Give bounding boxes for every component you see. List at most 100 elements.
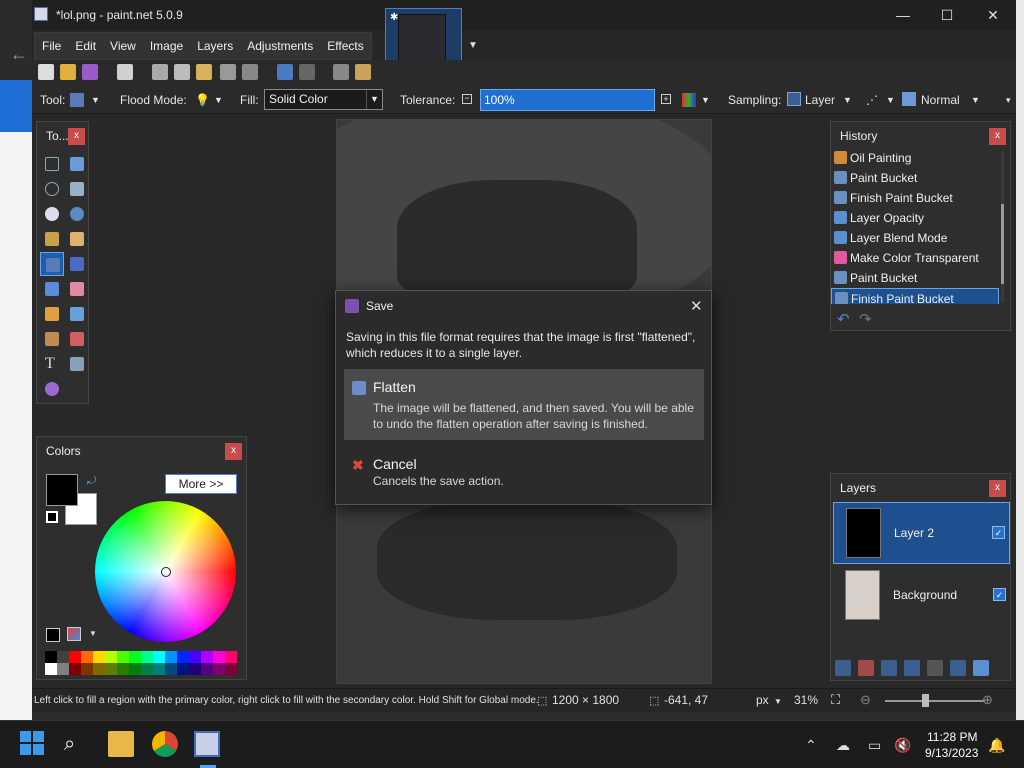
sampling-value[interactable]: Layer [805,93,835,107]
primary-color-swatch[interactable] [46,474,78,506]
history-item[interactable]: Paint Bucket [831,268,999,288]
chrome-icon[interactable] [152,731,178,757]
image-list-dropdown-icon[interactable]: ▼ [468,40,478,51]
layer-visibility-checkbox[interactable]: ✓ [993,588,1006,601]
maximize-button[interactable]: ☐ [937,6,957,24]
minimize-button[interactable]: — [893,6,913,24]
rectangle-select-tool[interactable] [40,152,64,176]
move-layer-up-icon[interactable] [927,660,943,676]
palette-swatch[interactable] [117,651,129,663]
palette-swatch[interactable] [165,651,177,663]
move-selection-tool[interactable] [65,177,89,201]
tool-dropdown-icon[interactable]: ▼ [91,95,100,105]
antialiasing-icon[interactable] [682,93,696,107]
undo-icon[interactable] [277,64,293,80]
clone-stamp-tool[interactable] [40,327,64,351]
line-curve-tool[interactable] [65,352,89,376]
palette-swatch[interactable] [105,651,117,663]
palette-swatch[interactable] [117,663,129,675]
palette-swatch[interactable] [153,663,165,675]
palette-swatch[interactable] [153,651,165,663]
palette-swatch[interactable] [177,663,189,675]
menu-adjustments[interactable]: Adjustments [240,33,320,59]
save-icon[interactable] [82,64,98,80]
selection-mode-icon[interactable]: ⋰ [866,93,878,107]
palette-swatch[interactable] [165,663,177,675]
display-icon[interactable]: ▭ [868,737,881,754]
paintbrush-tool[interactable] [40,277,64,301]
palette-swatch[interactable] [201,651,213,663]
history-item[interactable]: Oil Painting [831,148,999,168]
ruler-icon[interactable] [355,64,371,80]
eraser-tool[interactable] [65,277,89,301]
recolor-tool[interactable] [65,327,89,351]
cut-icon[interactable] [152,64,168,80]
palette-swatch[interactable] [105,663,117,675]
flatten-button[interactable]: Flatten The image will be flattened, and… [344,369,704,440]
layer-row[interactable]: Layer 2 ✓ [833,502,1010,564]
cancel-button[interactable]: ✖ Cancel Cancels the save action. [344,446,704,494]
menu-effects[interactable]: Effects [320,33,370,59]
delete-layer-icon[interactable] [858,660,874,676]
history-item[interactable]: Paint Bucket [831,168,999,188]
close-icon[interactable]: x [989,480,1006,497]
palette-swatch[interactable] [213,663,225,675]
palette-swatch[interactable] [213,651,225,663]
deselect-icon[interactable] [242,64,258,80]
lasso-select-tool[interactable] [40,177,64,201]
merge-layer-down-icon[interactable] [904,660,920,676]
search-icon[interactable]: ⌕ [64,731,90,757]
tolerance-decrease-button[interactable]: − [462,94,472,104]
layer-properties-icon[interactable] [973,660,989,676]
palette-swatch[interactable] [69,651,81,663]
color-wheel-cursor[interactable] [161,567,171,577]
sampling-dropdown-icon[interactable]: ▼ [843,95,852,105]
palette-swatch[interactable] [93,663,105,675]
palette-swatch[interactable] [225,651,237,663]
palette-swatch[interactable] [45,651,57,663]
blend-mode-dropdown-icon[interactable]: ▼ [971,95,980,105]
menu-file[interactable]: File [35,33,68,59]
duplicate-layer-icon[interactable] [881,660,897,676]
history-scrollbar[interactable] [1001,152,1004,302]
blend-mode-value[interactable]: Normal [921,93,960,107]
paint-bucket-tool[interactable] [40,252,64,276]
palette-swatch[interactable] [141,651,153,663]
add-palette-color-icon[interactable] [46,628,60,642]
taskbar-date[interactable]: 9/13/2023 [925,746,978,760]
history-scrollbar-thumb[interactable] [1001,204,1004,284]
flood-mode-dropdown-icon[interactable]: ▼ [214,95,223,105]
tray-overflow-icon[interactable]: ⌃ [805,737,817,754]
close-icon[interactable]: x [225,443,242,460]
units-dropdown-icon[interactable]: ▼ [774,697,782,706]
palette-swatch[interactable] [45,663,57,675]
palette-swatch[interactable] [189,651,201,663]
grid-icon[interactable] [333,64,349,80]
palette-swatch[interactable] [129,651,141,663]
tolerance-increase-button[interactable]: + [661,94,671,104]
taskbar-time[interactable]: 11:28 PM [927,730,977,744]
paintnet-taskbar-icon[interactable] [194,731,220,757]
palette-swatch[interactable] [129,663,141,675]
paste-icon[interactable] [196,64,212,80]
more-colors-button[interactable]: More >> [165,474,237,494]
palette-swatch[interactable] [177,651,189,663]
palette-dropdown-icon[interactable]: ▼ [89,629,97,638]
menu-edit[interactable]: Edit [68,33,103,59]
shapes-tool[interactable] [40,377,64,401]
palette-swatch[interactable] [81,663,93,675]
zoom-fit-icon[interactable]: ⛶ [831,692,840,708]
layer-row[interactable]: Background ✓ [833,565,1010,627]
zoom-level[interactable]: 31% [794,693,818,707]
palette-swatch[interactable] [57,663,69,675]
palette-swatch[interactable] [141,663,153,675]
tolerance-slider[interactable]: 100% [480,89,655,111]
zoom-in-icon[interactable]: ⊕ [982,692,993,708]
close-button[interactable]: ✕ [983,6,1003,24]
blend-mode-icon[interactable] [902,92,916,106]
palette-swatch[interactable] [201,663,213,675]
paint-bucket-icon[interactable] [70,93,84,107]
gradient-tool[interactable] [65,252,89,276]
zoom-tool[interactable] [65,202,89,226]
new-icon[interactable] [38,64,54,80]
